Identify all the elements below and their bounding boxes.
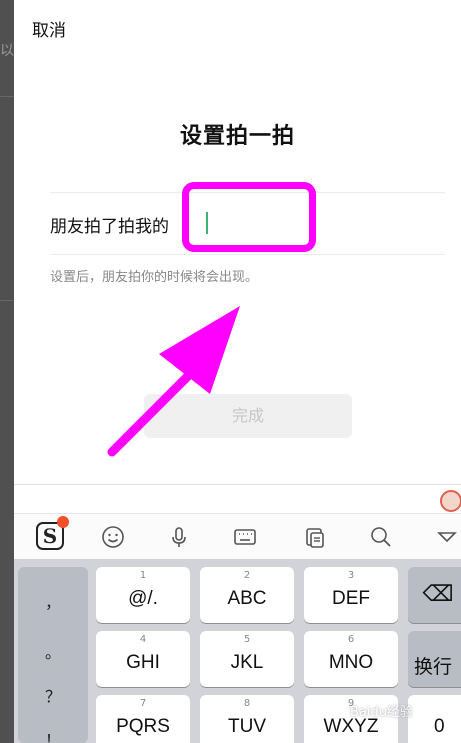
modal-sheet: 取消 设置拍一拍 朋友拍了拍我的 设置后，朋友拍你的时候将会出现。 完成 S ，…: [14, 0, 461, 743]
background-divider: [0, 300, 14, 301]
key-label: DEF: [332, 588, 370, 609]
key-number: 3: [347, 570, 355, 581]
key-label: PQRS: [116, 716, 170, 737]
keyboard-keys: ， 。 ？ ！ 1 @/. 2 ABC 3 DEF ⌫ 4 GHI 5 JKL: [14, 559, 461, 743]
key-2[interactable]: 2 ABC: [200, 567, 294, 623]
symbol-key-comma[interactable]: ，: [18, 589, 88, 613]
key-5[interactable]: 5 JKL: [200, 631, 294, 687]
key-label: MNO: [328, 652, 374, 673]
emoji-icon[interactable]: [100, 524, 126, 550]
backspace-icon: ⌫: [422, 581, 454, 606]
symbol-column: ， 。 ？ ！: [18, 567, 88, 743]
key-label: @/.: [128, 588, 158, 609]
key-number: 2: [243, 570, 251, 581]
key-label: ABC: [227, 588, 267, 609]
background-page: 以: [0, 0, 14, 743]
microphone-icon[interactable]: [166, 524, 192, 550]
keyboard-toolbar: S: [14, 513, 461, 559]
keyboard-icon[interactable]: [232, 524, 258, 550]
symbol-key-question[interactable]: ？: [18, 683, 88, 707]
background-page-text: 以: [0, 43, 14, 59]
key-number: 1: [139, 570, 147, 581]
search-icon[interactable]: [368, 524, 394, 550]
key-7[interactable]: 7 PQRS: [96, 695, 190, 743]
key-number: 4: [139, 634, 147, 645]
collapse-icon[interactable]: [434, 524, 460, 550]
background-divider: [0, 96, 14, 97]
clipboard-icon[interactable]: [302, 524, 328, 550]
key-6[interactable]: 6 MNO: [304, 631, 398, 687]
key-0[interactable]: 0: [408, 695, 461, 743]
key-number: 7: [139, 698, 147, 709]
key-3[interactable]: 3 DEF: [304, 567, 398, 623]
keyboard-divider: [14, 484, 461, 485]
sogou-logo-icon[interactable]: S: [36, 516, 69, 550]
symbol-key-period[interactable]: 。: [18, 639, 88, 663]
key-label: TUV: [228, 716, 266, 737]
key-4[interactable]: 4 GHI: [96, 631, 190, 687]
key-number: 5: [243, 634, 251, 645]
key-8[interactable]: 8 TUV: [200, 695, 294, 743]
backspace-key[interactable]: ⌫: [408, 567, 461, 623]
key-label: 换行: [414, 657, 453, 678]
key-label: GHI: [126, 652, 160, 673]
key-label: 0: [434, 716, 445, 737]
watermark: Baidu经验: [350, 705, 413, 720]
key-label: JKL: [230, 652, 264, 673]
key-1[interactable]: 1 @/.: [96, 567, 190, 623]
mascot-icon[interactable]: [440, 490, 461, 512]
enter-key[interactable]: 换行: [408, 631, 461, 687]
key-number: 6: [347, 634, 355, 645]
symbol-key-exclaim[interactable]: ！: [18, 727, 88, 743]
key-number: 8: [243, 698, 251, 709]
